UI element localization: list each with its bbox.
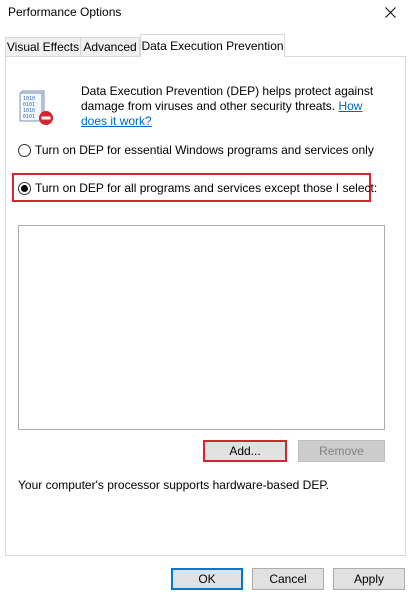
option-essential-radio[interactable] xyxy=(18,143,31,157)
title-bar: Performance Options xyxy=(0,0,412,30)
add-button[interactable]: Add... xyxy=(203,440,287,462)
dep-shield-icon: 1010 0101 1010 0101 xyxy=(19,90,53,125)
option-all-radio[interactable] xyxy=(18,181,31,195)
close-button[interactable] xyxy=(378,3,402,23)
remove-button: Remove xyxy=(298,440,385,462)
performance-options-window: Performance Options Visual Effects Advan… xyxy=(0,0,412,595)
option-all-radio-row[interactable]: Turn on DEP for all programs and service… xyxy=(18,181,377,195)
tab-panel: 1010 0101 1010 0101 Data Execution Preve… xyxy=(5,56,406,556)
excluded-programs-list[interactable] xyxy=(18,225,385,430)
window-title: Performance Options xyxy=(8,5,122,19)
svg-text:0101: 0101 xyxy=(23,114,35,120)
option-all-label[interactable]: Turn on DEP for all programs and service… xyxy=(35,181,377,195)
dep-description-text: Data Execution Prevention (DEP) helps pr… xyxy=(81,84,374,113)
ok-button[interactable]: OK xyxy=(171,568,243,590)
cancel-button[interactable]: Cancel xyxy=(252,568,324,590)
option-essential-label[interactable]: Turn on DEP for essential Windows progra… xyxy=(35,143,374,157)
processor-support-text: Your computer's processor supports hardw… xyxy=(18,478,330,492)
apply-button[interactable]: Apply xyxy=(333,568,405,590)
tab-advanced[interactable]: Advanced xyxy=(80,37,140,56)
tab-data-execution-prevention[interactable]: Data Execution Prevention xyxy=(140,34,285,57)
close-icon xyxy=(384,7,396,18)
option-essential-radio-row[interactable]: Turn on DEP for essential Windows progra… xyxy=(18,143,374,157)
dep-description: Data Execution Prevention (DEP) helps pr… xyxy=(81,84,381,129)
tab-visual-effects[interactable]: Visual Effects xyxy=(5,37,81,56)
